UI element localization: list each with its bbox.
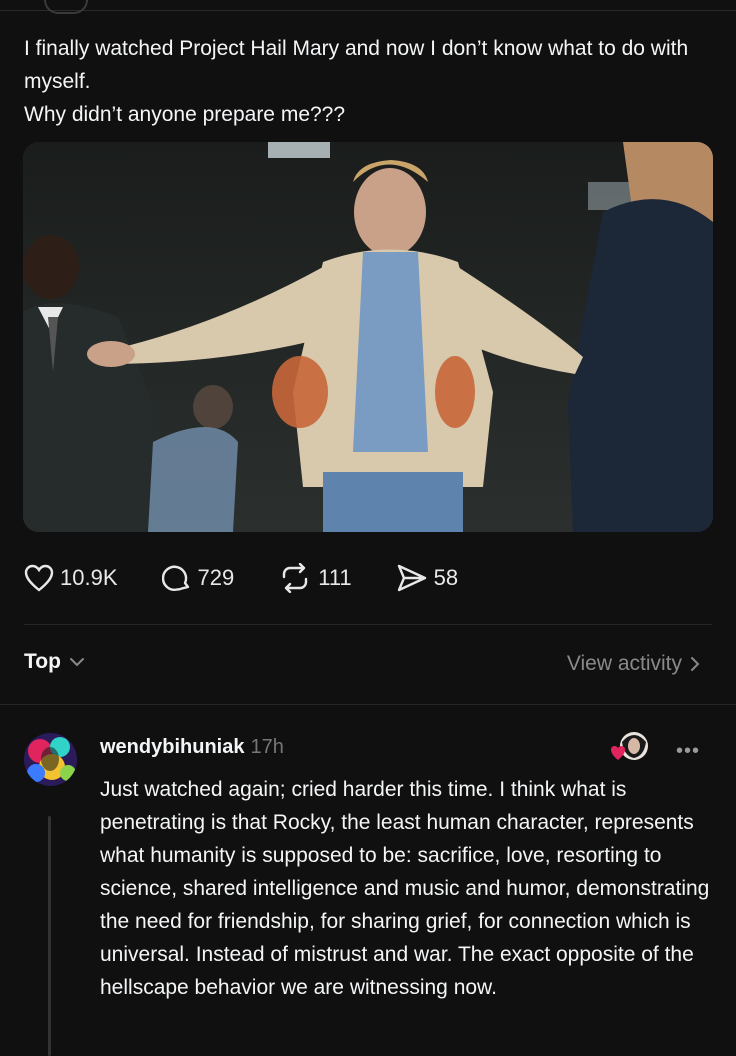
post-line-1: I finally watched Project Hail Mary and … xyxy=(24,37,689,93)
thread-line xyxy=(48,816,51,1056)
repost-icon xyxy=(283,563,308,593)
post-line-2: Why didn’t anyone prepare me??? xyxy=(24,103,346,126)
heart-icon xyxy=(24,564,54,592)
repost-count: 111 xyxy=(318,565,352,590)
reply-timestamp: 17h xyxy=(250,736,284,758)
reply-count: 729 xyxy=(197,565,235,590)
photo-image-icon xyxy=(23,142,713,532)
liked-by-author-icon xyxy=(611,732,648,760)
repost-button[interactable]: 111 xyxy=(278,563,352,593)
author-liked-badge xyxy=(608,730,652,770)
divider xyxy=(0,704,736,705)
sort-dropdown[interactable]: Top xyxy=(24,650,85,674)
reply-button[interactable]: 729 xyxy=(161,563,235,593)
send-icon xyxy=(397,564,426,592)
chevron-right-icon xyxy=(691,657,700,671)
share-count: 58 xyxy=(433,565,459,590)
comment-icon xyxy=(161,565,189,591)
more-options-button[interactable]: ••• xyxy=(676,740,700,763)
chevron-down-icon xyxy=(69,658,84,667)
post-text: I finally watched Project Hail Mary and … xyxy=(24,32,704,131)
share-button[interactable]: 58 xyxy=(396,563,458,593)
reply-header: wendybihuniak 17h xyxy=(100,736,284,759)
view-activity-label: View activity xyxy=(566,652,682,675)
reply-username[interactable]: wendybihuniak xyxy=(100,736,244,758)
reply-text: Just watched again; cried harder this ti… xyxy=(100,778,710,999)
avatar-image-icon xyxy=(24,733,77,786)
top-divider xyxy=(0,10,736,11)
view-activity-link[interactable]: View activity xyxy=(567,652,700,676)
sort-label: Top xyxy=(24,650,61,673)
avatar[interactable] xyxy=(24,733,77,786)
previous-avatar-edge xyxy=(44,0,88,14)
post-image[interactable] xyxy=(23,142,713,532)
like-button[interactable]: 10.9K xyxy=(24,564,118,592)
like-count: 10.9K xyxy=(60,565,118,590)
post-actions: 10.9K 729 111 58 xyxy=(24,560,502,596)
divider xyxy=(24,624,712,625)
